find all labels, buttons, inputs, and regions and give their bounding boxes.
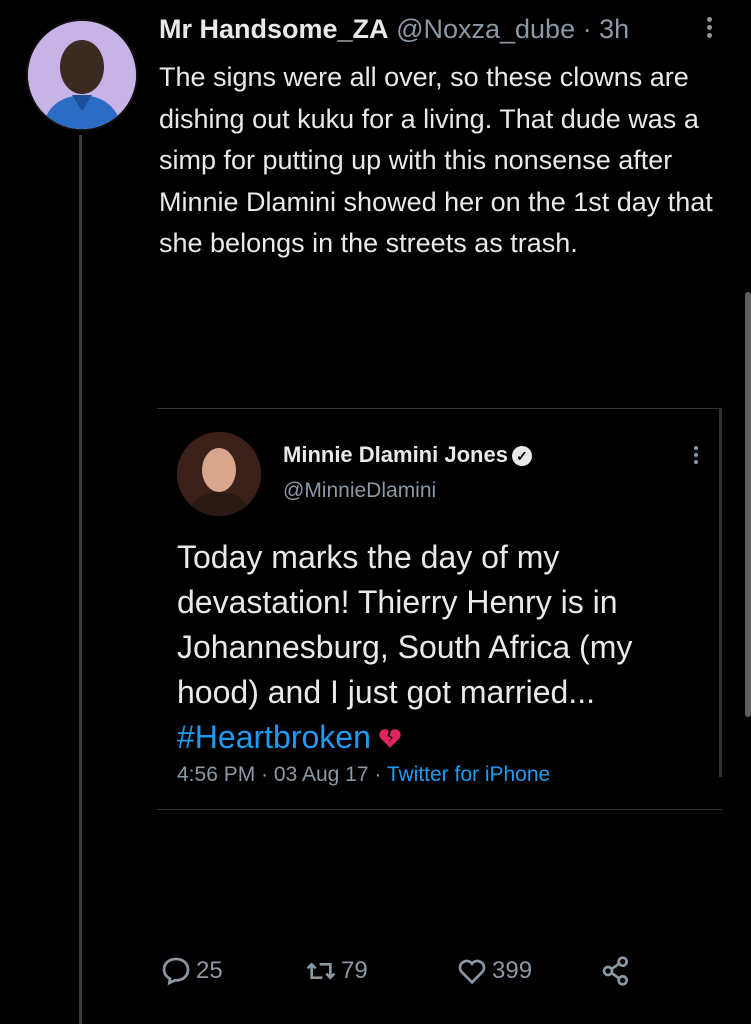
retweet-icon xyxy=(306,962,336,980)
quoted-display-name[interactable]: Minnie Dlamini Jones ✓ xyxy=(283,442,532,468)
meta-separator-1: · xyxy=(261,763,269,786)
user-handle[interactable]: @Noxza_dube xyxy=(396,14,575,44)
quote-border xyxy=(719,409,722,777)
separator: · xyxy=(582,14,592,44)
quoted-more-icon[interactable] xyxy=(692,443,700,467)
scrollbar[interactable] xyxy=(745,292,751,717)
tweet-text: The signs were all over, so these clowns… xyxy=(159,62,713,259)
broken-heart-icon xyxy=(379,729,401,748)
quoted-source[interactable]: Twitter for iPhone xyxy=(387,763,550,786)
retweet-button[interactable]: 79 xyxy=(305,955,368,987)
reply-icon xyxy=(162,957,190,986)
share-icon xyxy=(602,956,628,986)
quoted-time: 4:56 PM xyxy=(177,763,256,786)
reply-count: 25 xyxy=(196,957,223,984)
user-avatar[interactable] xyxy=(26,19,138,131)
reply-button[interactable]: 25 xyxy=(160,955,223,987)
quoted-avatar[interactable] xyxy=(177,432,261,516)
quoted-handle[interactable]: @MinnieDlamini xyxy=(283,479,436,503)
like-count: 399 xyxy=(492,957,533,984)
hashtag-link[interactable]: #Heartbroken xyxy=(177,719,371,755)
quoted-name-label: Minnie Dlamini Jones xyxy=(283,442,508,467)
thread-line xyxy=(79,135,82,1024)
tweet-time[interactable]: 3h xyxy=(599,14,629,44)
more-icon[interactable] xyxy=(703,14,715,42)
quoted-meta: 4:56 PM · 03 Aug 17 · Twitter for iPhone xyxy=(177,763,550,787)
quoted-date: 03 Aug 17 xyxy=(273,763,369,786)
verified-icon: ✓ xyxy=(511,446,532,466)
meta-separator-2: · xyxy=(374,763,382,786)
tweet-header: Mr Handsome_ZA @Noxza_dube · 3h xyxy=(159,14,629,45)
quoted-text: Today marks the day of my devastation! T… xyxy=(177,535,707,760)
like-button[interactable]: 399 xyxy=(456,955,532,987)
retweet-count: 79 xyxy=(341,957,368,984)
share-button[interactable] xyxy=(600,955,632,987)
quoted-body: Today marks the day of my devastation! T… xyxy=(177,539,633,710)
like-icon xyxy=(458,959,486,985)
display-name[interactable]: Mr Handsome_ZA xyxy=(159,14,389,44)
quoted-tweet[interactable]: Minnie Dlamini Jones ✓ @MinnieDlamini Tod… xyxy=(157,408,722,810)
